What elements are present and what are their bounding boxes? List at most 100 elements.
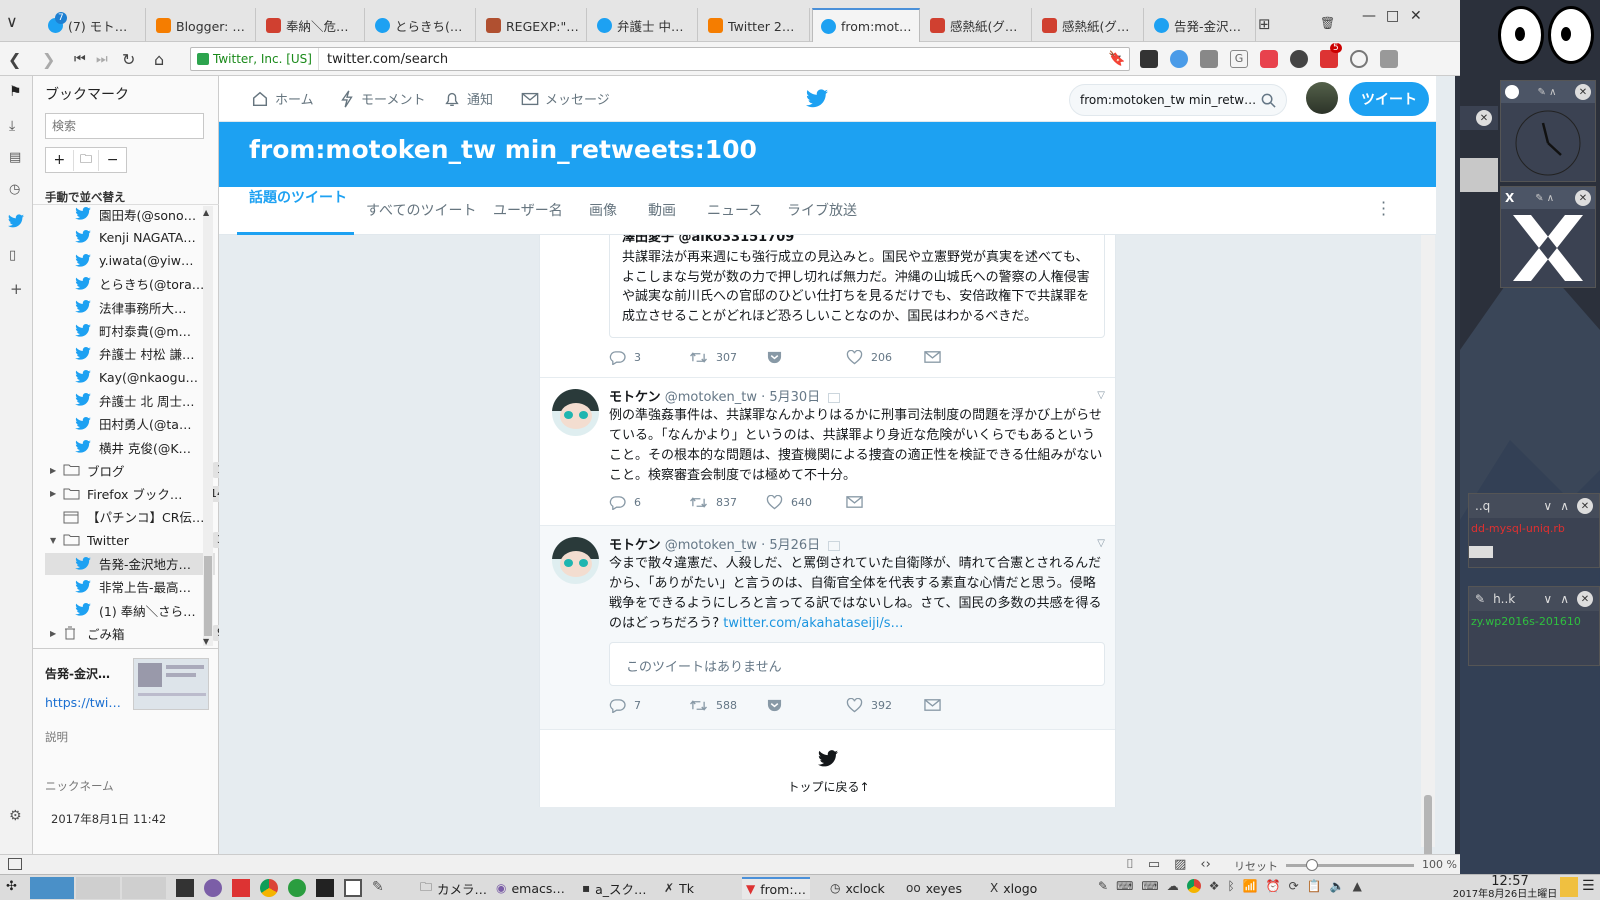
bookmark-folder[interactable]: ▼Twitter3: [45, 529, 229, 551]
avatar[interactable]: [552, 389, 599, 436]
zoom-reset[interactable]: リセット: [1234, 858, 1278, 874]
alarm-icon[interactable]: ⏰: [1266, 879, 1281, 893]
tab-5[interactable]: REGEXP:"濫訴: [478, 8, 587, 42]
pin-icon[interactable]: ✎ ∧: [1535, 193, 1554, 204]
zoom-slider-handle[interactable]: [1305, 859, 1318, 871]
bookmark-search-input[interactable]: [45, 113, 204, 139]
reload-icon[interactable]: ↻: [122, 50, 135, 69]
tray-expand-icon[interactable]: ▲: [1353, 879, 1362, 893]
tab-4[interactable]: とらきち(@tora: [367, 8, 476, 42]
add-bookmark-button[interactable]: +: [46, 152, 73, 168]
tweet-date[interactable]: · 5月30日: [761, 390, 820, 405]
tab-broadcasts[interactable]: ライブ放送: [787, 200, 857, 220]
bookmark-item[interactable]: 横井 克俊(@K…: [45, 436, 215, 458]
nav-messages[interactable]: メッセージ: [521, 89, 610, 108]
keyboard-icon[interactable]: ⌨: [1116, 879, 1133, 893]
terminal-window-1[interactable]: ..q ∨ ∧ ✕ dd-mysql-uniq.rb: [1468, 493, 1600, 568]
bookmark-item[interactable]: 法律事務所大…: [45, 296, 215, 318]
image-icon[interactable]: ▨: [1174, 857, 1186, 872]
reply-button[interactable]: 6: [609, 495, 641, 510]
terminal-icon[interactable]: [176, 879, 194, 897]
tweet-item[interactable]: 澤田愛子 @aiko33151709 共謀罪法が再来週にも強行成立の見込みと。国…: [540, 235, 1115, 378]
trash-icon[interactable]: 🗑: [1320, 16, 1335, 30]
tweet-link[interactable]: twitter.com/akahataseiji/s…: [723, 616, 903, 631]
tweet-button[interactable]: ツイート: [1349, 82, 1429, 116]
expand-icon[interactable]: ▶: [50, 489, 56, 498]
start-menu-icon[interactable]: ✣: [6, 879, 17, 894]
address-bar[interactable]: Twitter, Inc. [US] twitter.com/search ▼: [190, 47, 1130, 71]
collapse-icon[interactable]: ▼: [50, 536, 56, 545]
taskbar-item[interactable]: ◷ xclock: [826, 877, 889, 899]
zoom-slider[interactable]: [1286, 859, 1414, 871]
tray-chrome-icon[interactable]: [1186, 879, 1201, 893]
more-options-icon[interactable]: · · ·: [1381, 195, 1386, 223]
bookmark-trash[interactable]: ▶ごみ箱9: [45, 622, 229, 644]
twitter-logo-icon[interactable]: [806, 89, 828, 108]
pocket-icon[interactable]: [1260, 50, 1278, 68]
screen-icon[interactable]: [344, 879, 362, 897]
home-icon[interactable]: ⌂: [154, 50, 164, 69]
tab-1[interactable]: 7(7) モトケン(@m: [40, 8, 146, 42]
direct-message-button[interactable]: [924, 698, 941, 712]
user-avatar[interactable]: [1306, 82, 1338, 114]
chevron-down-icon[interactable]: ∨: [1543, 499, 1552, 513]
bookmark-item[interactable]: 告発-金沢地方…: [45, 552, 215, 575]
url-text[interactable]: twitter.com/search: [327, 52, 448, 67]
tweet-date[interactable]: · 5月26日: [761, 538, 820, 553]
tab-6[interactable]: 弁護士 中村憲: [589, 8, 698, 42]
keyboard-layout-icon[interactable]: ⌨: [1141, 879, 1158, 893]
back-to-top-link[interactable]: トップに戻る↑: [540, 778, 1115, 795]
xclock-window[interactable]: ✎ ∧ ✕: [1500, 80, 1596, 182]
chevron-down-icon[interactable]: ∨: [1543, 592, 1552, 606]
site-identity[interactable]: Twitter, Inc. [US]: [191, 48, 319, 70]
bluetooth-icon[interactable]: ᛒ: [1227, 879, 1234, 893]
extension-clipboard-icon[interactable]: [1200, 50, 1218, 68]
tweet-item[interactable]: モトケン @motoken_tw · 5月26日 ▽ 今まで散々違憲だ、人殺しだ…: [540, 526, 1115, 730]
network-icon[interactable]: [288, 879, 306, 897]
tile-icon[interactable]: ▭: [1148, 857, 1160, 872]
menu-icon[interactable]: ☰: [1582, 878, 1595, 894]
remove-bookmark-button[interactable]: −: [99, 152, 126, 168]
tab-8[interactable]: from:motoken: [812, 8, 920, 42]
page-scrollbar[interactable]: [1421, 235, 1435, 854]
tweet-item[interactable]: モトケン @motoken_tw · 5月30日 ▽ 例の準強姦事件は、共謀罪な…: [540, 378, 1115, 526]
taskbar-item[interactable]: 🗀 カメラ…: [416, 877, 491, 899]
detail-url[interactable]: https://twitte: [45, 695, 123, 710]
chevron-down-icon[interactable]: ▽: [1097, 538, 1105, 549]
dropbox-icon[interactable]: ❖: [1209, 879, 1220, 893]
forward-icon[interactable]: ❯: [42, 50, 55, 69]
pocket-save-button[interactable]: [766, 698, 783, 713]
author-name[interactable]: モトケン: [609, 390, 661, 405]
close-icon[interactable]: ✕: [1577, 591, 1593, 607]
cloud-icon[interactable]: ☁: [1167, 879, 1179, 893]
retweet-button[interactable]: 307: [689, 350, 737, 365]
downloads-icon[interactable]: ⤓: [9, 118, 15, 134]
reply-button[interactable]: 7: [609, 698, 641, 713]
chevron-down-icon[interactable]: ▽: [1097, 390, 1105, 401]
taskbar-item[interactable]: ▪ a_スク…: [578, 877, 651, 899]
retweet-button[interactable]: 588: [689, 698, 737, 713]
tab-7[interactable]: Twitter 2ちゃん: [700, 8, 810, 42]
bookmarks-panel-icon[interactable]: ⚑: [9, 84, 22, 100]
close-window-button[interactable]: ✕: [1410, 8, 1422, 24]
wifi-icon[interactable]: 📶: [1243, 879, 1258, 893]
add-panel-icon[interactable]: +: [10, 280, 23, 298]
rewind-icon[interactable]: ⏮: [74, 52, 86, 67]
maximize-button[interactable]: □: [1386, 8, 1399, 24]
tab-videos[interactable]: 動画: [648, 200, 676, 220]
history-icon[interactable]: ◷: [9, 182, 20, 197]
taskbar-item[interactable]: ▼ from:…: [742, 877, 811, 899]
like-button[interactable]: 392: [846, 698, 892, 713]
quoted-tweet[interactable]: 澤田愛子 @aiko33151709 共謀罪法が再来週にも強行成立の見込みと。国…: [609, 235, 1105, 338]
xlogo-window[interactable]: X ✎ ∧ ✕: [1500, 186, 1596, 288]
retweet-button[interactable]: 837: [689, 495, 737, 510]
like-button[interactable]: 206: [846, 350, 892, 365]
tab-3[interactable]: 奉納＼危険生: [258, 8, 365, 42]
bookmark-item[interactable]: 弁護士 北 周士…: [45, 389, 215, 411]
direct-message-button[interactable]: [924, 350, 941, 364]
chevron-up-icon[interactable]: ∧: [1560, 499, 1569, 513]
workspace-1[interactable]: [30, 877, 74, 899]
bookmark-item[interactable]: 【パチンコ】CR伝…: [45, 506, 215, 528]
close-icon[interactable]: ✕: [1575, 190, 1591, 206]
bookmark-item[interactable]: 田村勇人(@ta…: [45, 413, 215, 435]
